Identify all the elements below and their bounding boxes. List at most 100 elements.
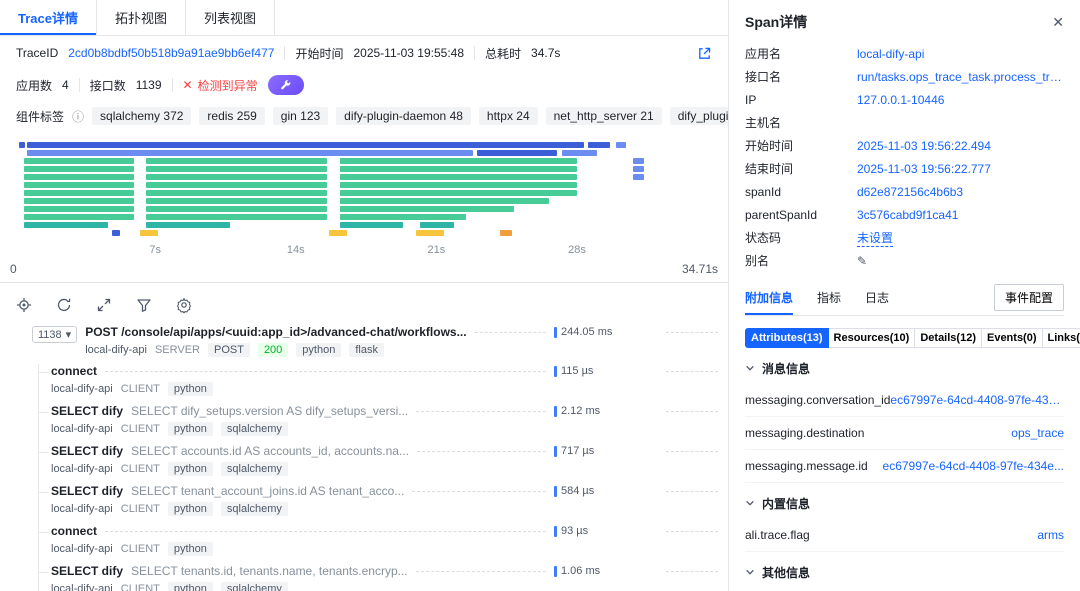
minimap-bar [24, 158, 135, 164]
field-label: 状态码 [745, 231, 782, 245]
field-value[interactable]: 未设置 [857, 229, 894, 247]
top-tab[interactable]: 拓扑视图 [97, 0, 186, 35]
span-detail-tabs: 附加信息 指标 日志 事件配置 [745, 280, 1064, 316]
span-row[interactable]: SELECT dify SELECT accounts.id AS account… [39, 444, 718, 476]
minimap-bar [24, 222, 108, 228]
span-row[interactable]: connect 93 µs local-dify-api CLIENT python [39, 524, 718, 556]
span-row[interactable]: connect 115 µs local-dify-api CLIENT python [39, 364, 718, 396]
attribute-segment-button[interactable]: Resources(10) [827, 328, 916, 348]
expand-icon[interactable] [96, 297, 112, 313]
minimap-bar [340, 190, 577, 196]
minimap-bar [146, 166, 328, 172]
edit-pencil-icon[interactable]: ✎ [857, 254, 867, 268]
attribute-key: messaging.message.id [745, 459, 868, 473]
ai-diagnose-button[interactable] [267, 75, 304, 95]
attribute-sections: 消息信息 messaging.conversation_id ec67997e-64… [745, 352, 1064, 591]
span-duration-group: 115 µs [554, 365, 666, 377]
span-row[interactable]: SELECT dify SELECT dify_setups.version AS… [39, 404, 718, 436]
field-value[interactable]: d62e872156c4b6b3 [857, 185, 963, 199]
field-value[interactable]: local-dify-api [857, 47, 924, 61]
span-row-main: POST /console/api/apps/<uuid:app_id>/adv… [85, 325, 718, 357]
span-fields: 应用名 local-dify-api 接口名 run/tasks.ops_trace_… [745, 42, 1064, 272]
top-tab[interactable]: 列表视图 [186, 0, 276, 35]
span-app-name: local-dify-api [85, 344, 147, 356]
span-tag: flask [349, 343, 384, 357]
traceid-value[interactable]: 2cd0b8bdbf50b518b9a91ae9bb6ef477 [68, 46, 274, 60]
attribute-row: messaging.message.id ec67997e-64cd-4408-9… [745, 450, 1064, 483]
span-row-line2: local-dify-api CLIENT python sqlalchemy [51, 502, 718, 516]
start-time-label: 开始时间 [295, 46, 344, 61]
field-label: spanId [745, 184, 782, 199]
range-start: 0 [10, 262, 17, 276]
anomaly-badge[interactable]: ✕ 检测到异常 [183, 77, 258, 94]
field-value[interactable]: 2025-11-03 19:56:22.777 [857, 162, 991, 176]
attribute-section-title: 消息信息 [762, 361, 811, 376]
child-count-dropdown[interactable]: 1138 ▾ [32, 326, 78, 343]
chevron-down-icon [745, 363, 755, 373]
attribute-segment-button[interactable]: Events(0) [980, 328, 1043, 348]
locate-icon[interactable] [16, 297, 32, 313]
apis-count-value: 1139 [135, 78, 162, 92]
span-detail-tab[interactable]: 日志 [865, 280, 889, 315]
field-value[interactable]: 2025-11-03 19:56:22.494 [857, 139, 991, 153]
filter-icon[interactable] [136, 297, 152, 313]
component-tag[interactable]: gin 123 [272, 107, 329, 125]
close-icon[interactable]: ✕ [1052, 14, 1064, 31]
span-title: SELECT dify [51, 484, 124, 498]
span-kind: CLIENT [120, 543, 160, 555]
leader-dots [474, 331, 546, 333]
external-link-icon[interactable] [697, 46, 712, 61]
traceid-label: TraceID [16, 46, 59, 60]
span-row[interactable]: SELECT dify SELECT tenants.id, tenants.na… [39, 564, 718, 591]
attribute-section-title: 内置信息 [762, 496, 811, 511]
duration-bar [554, 525, 557, 537]
attribute-segment-button[interactable]: Links(0) [1041, 328, 1080, 348]
component-tag[interactable]: httpx 24 [478, 107, 538, 125]
component-tag[interactable]: dify-plugin-daemon 48 [336, 107, 471, 125]
top-tab[interactable]: Trace详情 [0, 0, 97, 35]
span-kind: CLIENT [120, 423, 160, 435]
component-tag[interactable]: sqlalchemy 372 [92, 107, 192, 125]
field-value[interactable]: 3c576cabd9f1ca41 [857, 208, 958, 222]
span-app-name: local-dify-api [51, 543, 113, 555]
component-tag[interactable]: net_http_server 21 [545, 107, 662, 125]
attribute-segment-button[interactable]: Details(12) [914, 328, 982, 348]
attribute-segment-button[interactable]: Attributes(13) [745, 328, 829, 348]
span-row-root[interactable]: 1138 ▾ POST /console/api/apps/<uuid:app_id… [32, 325, 718, 357]
field-label: 开始时间 [745, 139, 794, 153]
span-detail-tab[interactable]: 指标 [817, 280, 841, 315]
attribute-section-header[interactable]: 内置信息 [745, 487, 1064, 519]
field-label: parentSpanId [745, 207, 818, 222]
minimap-time-ticks: 7s 14s 21s 28s [16, 244, 712, 260]
span-tag: POST [207, 343, 250, 357]
span-duration-group: 93 µs [554, 525, 666, 537]
span-row[interactable]: SELECT dify SELECT tenant_account_joins.i… [39, 484, 718, 516]
component-tag[interactable]: redis 259 [199, 107, 265, 125]
attribute-value[interactable]: ops_trace [1011, 426, 1064, 440]
span-row-line1: SELECT dify SELECT accounts.id AS account… [51, 444, 718, 458]
field-value[interactable]: 127.0.0.1-10446 [857, 93, 944, 107]
span-detail-tab[interactable]: 附加信息 [745, 280, 794, 315]
refresh-icon[interactable] [56, 297, 72, 313]
trace-minimap-chart[interactable] [16, 140, 712, 242]
minimap-bar [419, 222, 455, 228]
field-value[interactable]: run/tasks.ops_trace_task.process_trac... [857, 70, 1064, 84]
component-tag[interactable]: dify_plugin 15 [669, 107, 728, 125]
span-duration-group: 717 µs [554, 445, 666, 457]
attribute-section-header[interactable]: 消息信息 [745, 352, 1064, 384]
span-duration: 717 µs [561, 445, 595, 457]
attribute-value[interactable]: arms [1037, 528, 1064, 542]
span-title: SELECT dify [51, 564, 124, 578]
minimap-bar [340, 222, 403, 228]
span-duration-group: 244.05 ms [554, 326, 666, 338]
event-config-button[interactable]: 事件配置 [993, 284, 1064, 311]
minimap-bar [24, 198, 135, 204]
attribute-section-header[interactable]: 其他信息 [745, 556, 1064, 588]
span-kind: CLIENT [120, 383, 160, 395]
chevron-down-icon [745, 498, 755, 508]
attribute-value[interactable]: ec67997e-64cd-4408-97fe-434e... [890, 393, 1064, 407]
span-kind: CLIENT [120, 463, 160, 475]
settings-gear-icon[interactable] [176, 297, 192, 313]
attribute-value[interactable]: ec67997e-64cd-4408-97fe-434e... [883, 459, 1064, 473]
span-field-row: 结束时间 2025-11-03 19:56:22.777 [745, 157, 1064, 180]
